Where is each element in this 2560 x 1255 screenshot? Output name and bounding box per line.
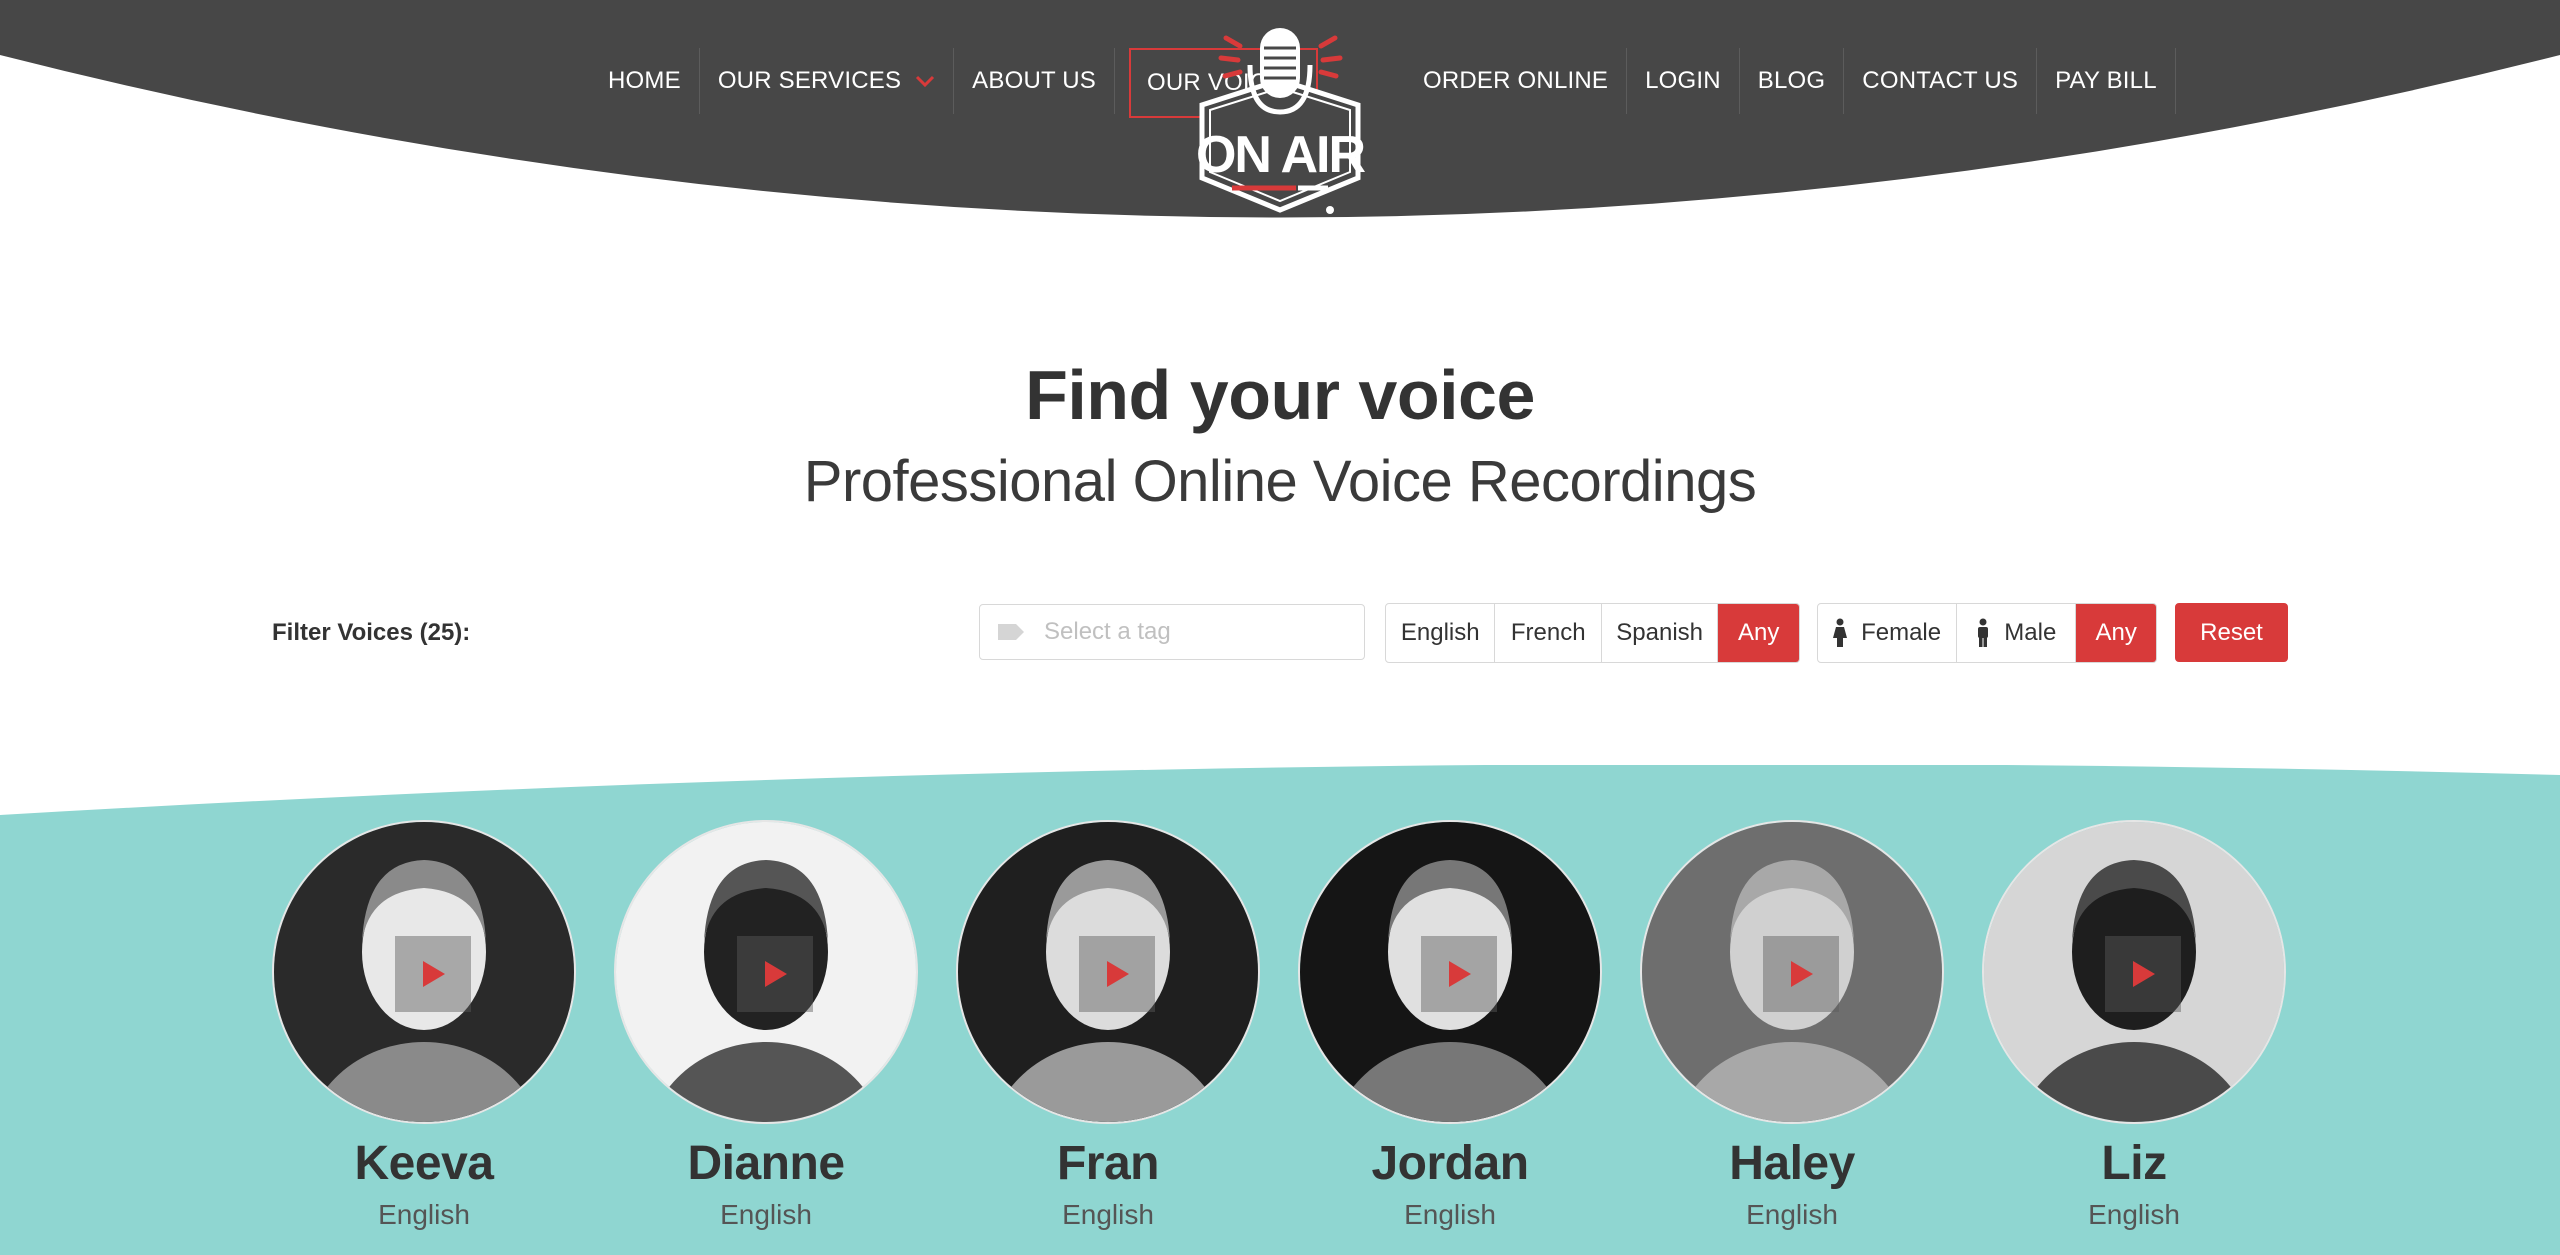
- gender-filter: Female Male Any: [1817, 603, 2157, 663]
- nav-about-us-label: ABOUT US: [972, 67, 1097, 94]
- gender-any-button[interactable]: Any: [2076, 604, 2156, 662]
- voice-card[interactable]: Fran English: [956, 820, 1260, 1231]
- gender-female-label: Female: [1861, 619, 1942, 646]
- play-button[interactable]: [1421, 936, 1497, 1012]
- lang-english-button[interactable]: English: [1386, 604, 1496, 662]
- voice-language: English: [378, 1199, 470, 1230]
- voice-avatar[interactable]: [272, 820, 576, 1124]
- nav-login[interactable]: LOGIN: [1627, 48, 1740, 114]
- gender-male-label: Male: [2004, 619, 2057, 646]
- on-air-logo[interactable]: ON AIR: [1188, 20, 1373, 220]
- nav-our-services-label: OUR SERVICES: [717, 67, 902, 94]
- lang-spanish-label: Spanish: [1616, 619, 1704, 646]
- nav-contact-us-label: CONTACT US: [1862, 67, 2019, 94]
- voice-name[interactable]: Haley: [1640, 1136, 1944, 1191]
- svg-text:ON AIR: ON AIR: [1196, 126, 1366, 184]
- gender-male-button[interactable]: Male: [1957, 604, 2077, 662]
- tag-select[interactable]: [979, 604, 1365, 660]
- tag-search-input[interactable]: [1042, 617, 1346, 647]
- gender-female-button[interactable]: Female: [1818, 604, 1958, 662]
- voice-avatar[interactable]: [1982, 820, 2286, 1124]
- male-icon: [1976, 618, 1990, 648]
- nav-contact-us[interactable]: CONTACT US: [1844, 48, 2038, 114]
- nav-login-label: LOGIN: [1645, 67, 1721, 94]
- voice-language: English: [2088, 1199, 2180, 1230]
- voice-name[interactable]: Fran: [956, 1136, 1260, 1191]
- play-icon: [1791, 961, 1813, 987]
- nav-pay-bill-label: PAY BILL: [2055, 67, 2157, 94]
- nav-home[interactable]: HOME: [590, 48, 700, 114]
- microphone-icon: ON AIR: [1196, 28, 1367, 214]
- voice-card[interactable]: Haley English: [1640, 820, 1944, 1231]
- female-icon: [1833, 618, 1848, 648]
- page-subtitle: Professional Online Voice Recordings: [803, 449, 1757, 514]
- voice-avatar[interactable]: [956, 820, 1260, 1124]
- nav-about-us[interactable]: ABOUT US: [954, 48, 1116, 114]
- nav-blog-label: BLOG: [1757, 67, 1826, 94]
- voice-card[interactable]: Jordan English: [1298, 820, 1602, 1231]
- voice-name[interactable]: Keeva: [272, 1136, 576, 1191]
- play-button[interactable]: [737, 936, 813, 1012]
- voice-language: English: [1746, 1199, 1838, 1230]
- lang-french-label: French: [1510, 619, 1586, 646]
- play-icon: [765, 961, 787, 987]
- play-icon: [1107, 961, 1129, 987]
- play-button[interactable]: [1079, 936, 1155, 1012]
- main-nav-right: ORDER ONLINE LOGIN BLOG CONTACT US PAY B…: [1405, 48, 2176, 114]
- voice-name[interactable]: Jordan: [1298, 1136, 1602, 1191]
- filter-label: Filter Voices (25):: [272, 619, 471, 646]
- lang-any-label: Any: [1738, 619, 1780, 646]
- nav-blog[interactable]: BLOG: [1740, 48, 1845, 114]
- play-icon: [1449, 961, 1471, 987]
- chevron-down-icon: [915, 75, 935, 87]
- lang-any-button[interactable]: Any: [1718, 604, 1799, 662]
- play-button[interactable]: [395, 936, 471, 1012]
- nav-pay-bill[interactable]: PAY BILL: [2037, 48, 2176, 114]
- voice-card[interactable]: Dianne English: [614, 820, 918, 1231]
- play-icon: [2133, 961, 2155, 987]
- play-button[interactable]: [1763, 936, 1839, 1012]
- voice-language: English: [1404, 1199, 1496, 1230]
- voice-avatar[interactable]: [614, 820, 918, 1124]
- voice-name[interactable]: Liz: [1982, 1136, 2286, 1191]
- voice-language: English: [720, 1199, 812, 1230]
- language-filter: English French Spanish Any: [1385, 603, 1800, 663]
- nav-order-online[interactable]: ORDER ONLINE: [1405, 48, 1628, 114]
- tag-icon: [996, 622, 1026, 642]
- play-icon: [423, 961, 445, 987]
- voice-card[interactable]: Liz English: [1982, 820, 2286, 1231]
- gender-any-label: Any: [2095, 619, 2137, 646]
- lang-spanish-button[interactable]: Spanish: [1602, 604, 1719, 662]
- nav-order-online-label: ORDER ONLINE: [1423, 67, 1609, 94]
- lang-french-button[interactable]: French: [1495, 604, 1602, 662]
- play-button[interactable]: [2105, 936, 2181, 1012]
- voice-card[interactable]: Keeva English: [272, 820, 576, 1231]
- reset-button[interactable]: Reset: [2175, 603, 2288, 662]
- voice-avatar[interactable]: [1298, 820, 1602, 1124]
- voice-language: English: [1062, 1199, 1154, 1230]
- voice-name[interactable]: Dianne: [614, 1136, 918, 1191]
- voice-avatar[interactable]: [1640, 820, 1944, 1124]
- nav-home-label: HOME: [608, 67, 681, 94]
- lang-english-label: English: [1400, 619, 1480, 646]
- page-title: Find your voice: [1025, 356, 1535, 434]
- nav-our-services[interactable]: OUR SERVICES: [700, 48, 955, 114]
